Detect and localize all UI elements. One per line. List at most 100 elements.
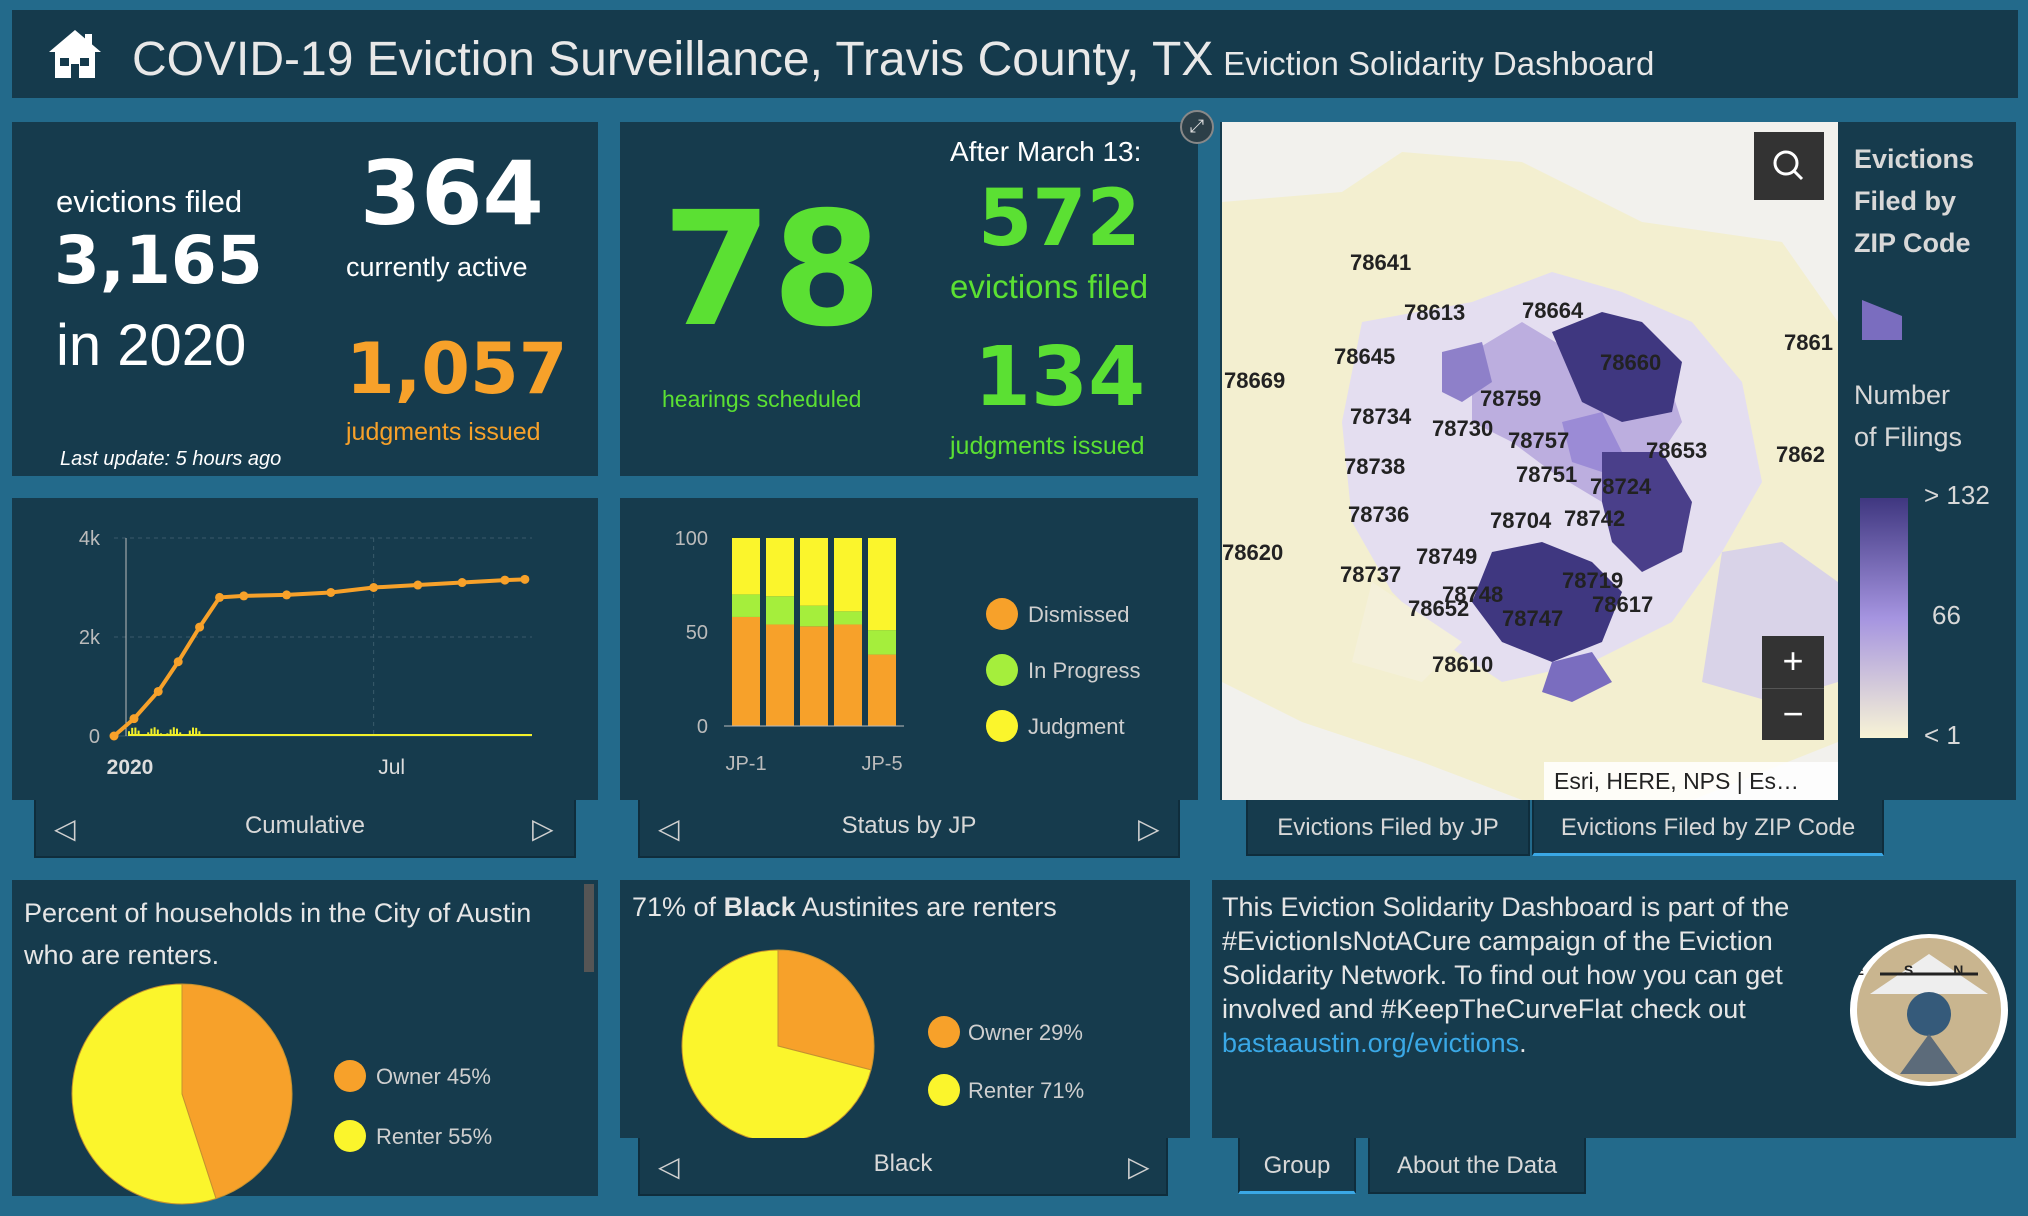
status-panel: 0 50 100 JP-1 JP-5 Dismissed In Progress Jud…	[620, 498, 1198, 800]
cumulative-chart: 0 2k 4k 2020 Jul	[79, 528, 532, 779]
legend-title-1: Evictions	[1854, 144, 1975, 174]
renters-black-panel: 71% of Black Austinites are renters Owne…	[620, 880, 1190, 1143]
legend-sub-2: of Filings	[1854, 422, 1963, 452]
bar-segment	[868, 630, 896, 655]
zoom-in-button[interactable]: +	[1762, 636, 1824, 688]
legend-dot-in-progress	[986, 654, 1018, 686]
renters-black-title: 71% of Black Austinites are renters	[632, 892, 1057, 923]
hearings-value: 78	[662, 178, 882, 362]
bar-segment	[834, 611, 862, 625]
legend-max: > 132	[1924, 480, 1990, 510]
bar-segment	[834, 624, 862, 726]
renters-city-title: Percent of households in the City of Aus…	[24, 898, 532, 970]
esn-logo-text: ESN	[1854, 962, 2004, 978]
data-point	[282, 590, 292, 600]
hearings-label: hearings scheduled	[662, 386, 862, 412]
data-point	[109, 731, 119, 741]
map-canvas[interactable]: 78641 78613 78664 78645 78660 78669 7875…	[1222, 122, 1838, 800]
legend-dot-owner	[928, 1016, 960, 1048]
data-point	[173, 657, 183, 667]
legend-label-owner: Owner 29%	[968, 1020, 1083, 1045]
basta-link[interactable]: bastaaustin.org/evictions	[1222, 1028, 1519, 1058]
page-subtitle: Eviction Solidarity Dashboard	[1223, 45, 1655, 82]
next-chart-arrow[interactable]: ▷	[532, 812, 554, 845]
cumulative-panel: 0 2k 4k 2020 Jul	[12, 498, 598, 800]
zip-label: 78617	[1592, 592, 1654, 617]
search-icon	[1773, 150, 1804, 181]
after-filed-value: 572	[978, 174, 1141, 264]
bar-segment	[766, 596, 794, 625]
y-tick-label: 4k	[79, 528, 101, 550]
y-tick-label: 50	[686, 622, 708, 644]
legend-swatch-icon	[1862, 300, 1902, 340]
tab-evictions-by-zip[interactable]: Evictions Filed by ZIP Code	[1532, 800, 1884, 856]
zip-label: 7862	[1776, 442, 1825, 467]
legend-dot-dismissed	[986, 598, 1018, 630]
evictions-filed-label: evictions filed	[56, 184, 243, 219]
page-title: COVID-19 Eviction Surveillance, Travis C…	[132, 32, 1654, 87]
data-point	[457, 578, 467, 588]
title-post: Austinites are renters	[795, 892, 1057, 922]
evictions-filed-year: in 2020	[56, 313, 247, 378]
data-point	[195, 622, 205, 632]
data-point	[239, 591, 249, 601]
map-search-button[interactable]	[1754, 132, 1824, 200]
legend-subtitle: Number of Filings	[1854, 374, 1962, 458]
y-tick-label: 0	[697, 716, 708, 738]
bar-segment	[732, 594, 760, 617]
expand-icon[interactable]: ⤢	[1180, 110, 1214, 144]
zip-label: 78749	[1416, 544, 1478, 569]
status-chart: 0 50 100 JP-1 JP-5	[675, 528, 904, 775]
tab-about-data[interactable]: About the Data	[1368, 1138, 1586, 1194]
zip-label: 78734	[1350, 404, 1412, 429]
cumulative-nav-label: Cumulative	[244, 812, 366, 839]
judgments-value: 1,057	[346, 328, 568, 410]
bar-segment	[800, 538, 828, 606]
legend-dot-renter	[928, 1074, 960, 1106]
zip-label: 78730	[1432, 416, 1494, 441]
data-point	[326, 587, 336, 597]
zip-label: 78738	[1344, 454, 1406, 479]
zip-label: 78641	[1350, 250, 1412, 275]
zip-label: 78737	[1340, 562, 1402, 587]
pie-chart-city	[71, 983, 293, 1205]
zip-label: 78704	[1490, 508, 1552, 533]
esn-logo: ESN	[1850, 934, 2008, 1086]
bar-segment	[868, 654, 896, 726]
zip-label: 78664	[1522, 298, 1584, 323]
info-panel: This Eviction Solidarity Dashboard is pa…	[1212, 880, 2016, 1138]
zip-label: 78742	[1564, 506, 1626, 531]
zip-choropleth	[1222, 152, 1838, 800]
legend-label-owner: Owner 45%	[376, 1064, 491, 1089]
scrollbar[interactable]	[584, 884, 594, 972]
active-value: 364	[360, 142, 544, 245]
bar-segment	[766, 538, 794, 597]
legend-sub-1: Number	[1854, 380, 1951, 410]
legend-dot-renter	[334, 1120, 366, 1152]
tab-group[interactable]: Group	[1238, 1138, 1356, 1194]
data-point	[520, 574, 530, 584]
legend-label-dismissed: Dismissed	[1028, 602, 1130, 627]
after-judgments-value: 134	[974, 330, 1146, 425]
legend-label-judgment: Judgment	[1028, 714, 1125, 739]
zip-label: 78669	[1224, 368, 1286, 393]
next-chart-arrow[interactable]: ▷	[1138, 812, 1160, 845]
legend-title-2: Filed by	[1854, 186, 1957, 216]
y-tick-label: 0	[89, 726, 100, 748]
zip-label: 78620	[1222, 540, 1284, 565]
x-tick-label: JP-1	[725, 753, 766, 775]
pie-chart-black	[681, 949, 875, 1143]
data-point	[413, 580, 423, 590]
map-attribution: Esri, HERE, NPS | Es…	[1544, 762, 1838, 800]
bar-segment	[732, 616, 760, 726]
title-text: COVID-19 Eviction Surveillance, Travis C…	[132, 33, 1214, 86]
bar-segment	[868, 538, 896, 631]
home-icon[interactable]	[45, 26, 105, 82]
zip-label: 78613	[1404, 300, 1466, 325]
esn-logo-image	[1857, 938, 2001, 1082]
tab-evictions-by-jp[interactable]: Evictions Filed by JP	[1246, 800, 1530, 856]
zip-label: 78653	[1646, 438, 1708, 463]
legend-title: Evictions Filed by ZIP Code	[1854, 138, 1974, 264]
next-chart-arrow[interactable]: ▷	[1128, 1150, 1150, 1183]
zoom-out-button[interactable]: −	[1762, 688, 1824, 740]
